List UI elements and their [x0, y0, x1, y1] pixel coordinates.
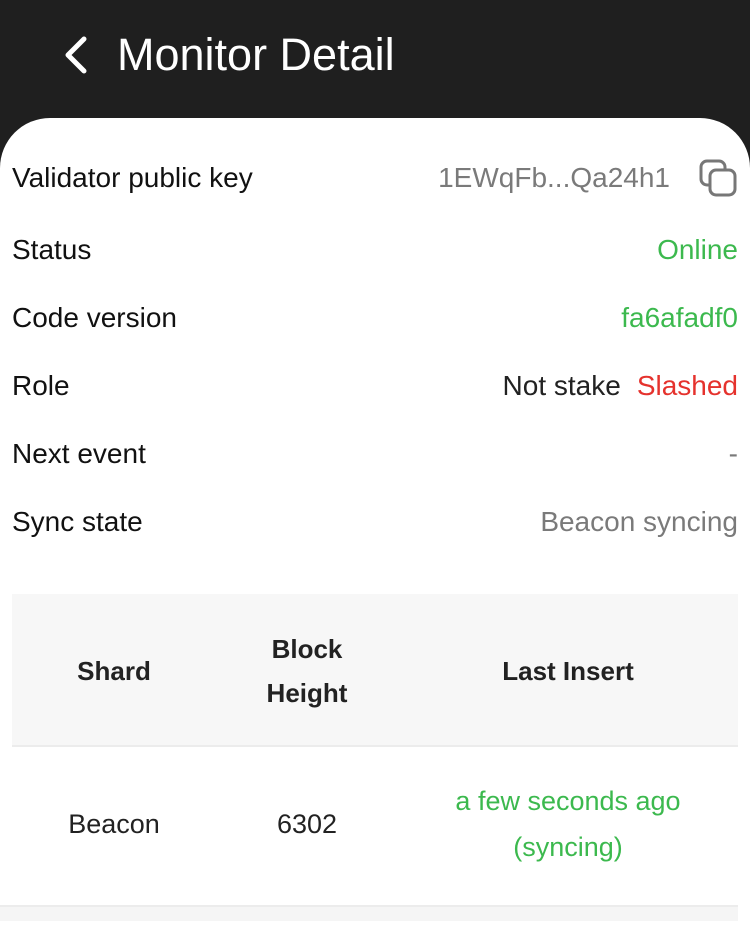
role-row: Role Not stake Slashed: [12, 362, 738, 410]
header-last-insert: Last Insert: [502, 655, 634, 686]
sync-state-value: Beacon syncing: [540, 506, 738, 537]
status-row: Status Online: [12, 226, 738, 274]
status-label: Status: [12, 234, 92, 265]
sync-state-row: Sync state Beacon syncing: [12, 498, 738, 546]
cell-last-insert-line1: a few seconds ago: [455, 786, 681, 816]
chevron-left-icon: [65, 36, 87, 74]
public-key-value: 1EWqFb...Qa24h1: [438, 162, 670, 193]
table-row-next: [0, 905, 738, 921]
cell-last-insert: a few seconds ago (syncing): [398, 749, 738, 899]
code-version-value: fa6afadf0: [621, 302, 738, 333]
table-header: Shard Block Height Last Insert: [12, 594, 738, 747]
public-key-label: Validator public key: [12, 162, 253, 193]
code-version-label: Code version: [12, 302, 177, 333]
header-block-height: Block Height: [216, 594, 398, 747]
next-event-label: Next event: [12, 438, 146, 469]
role-value-group: Not stake Slashed: [503, 370, 738, 402]
status-value: Online: [657, 234, 738, 265]
sync-state-label: Sync state: [12, 506, 143, 537]
public-key-value-group: 1EWqFb...Qa24h1: [438, 158, 738, 198]
cell-last-insert-line2: (syncing): [513, 832, 623, 862]
public-key-row: Validator public key 1EWqFb...Qa24h1: [12, 154, 738, 202]
page-title: Monitor Detail: [117, 29, 395, 80]
shard-table: Shard Block Height Last Insert Beacon 63…: [12, 594, 738, 921]
slashed-badge: Slashed: [636, 370, 738, 401]
cell-shard: Beacon: [68, 809, 160, 839]
role-value: Not stake: [502, 370, 621, 401]
header-block-height-line1: Block: [271, 633, 343, 664]
next-event-row: Next event -: [12, 430, 738, 478]
back-button[interactable]: [56, 34, 96, 76]
cell-block-height: 6302: [276, 809, 338, 839]
role-label: Role: [12, 370, 70, 401]
table-row: Beacon 6302 a few seconds ago (syncing): [12, 749, 738, 899]
next-event-value: -: [728, 438, 738, 469]
copy-button[interactable]: [698, 158, 738, 198]
header-shard: Shard: [77, 655, 151, 686]
copy-icon: [699, 159, 737, 197]
header-block-height-line2: Height: [266, 677, 348, 708]
code-version-row: Code version fa6afadf0: [12, 294, 738, 342]
